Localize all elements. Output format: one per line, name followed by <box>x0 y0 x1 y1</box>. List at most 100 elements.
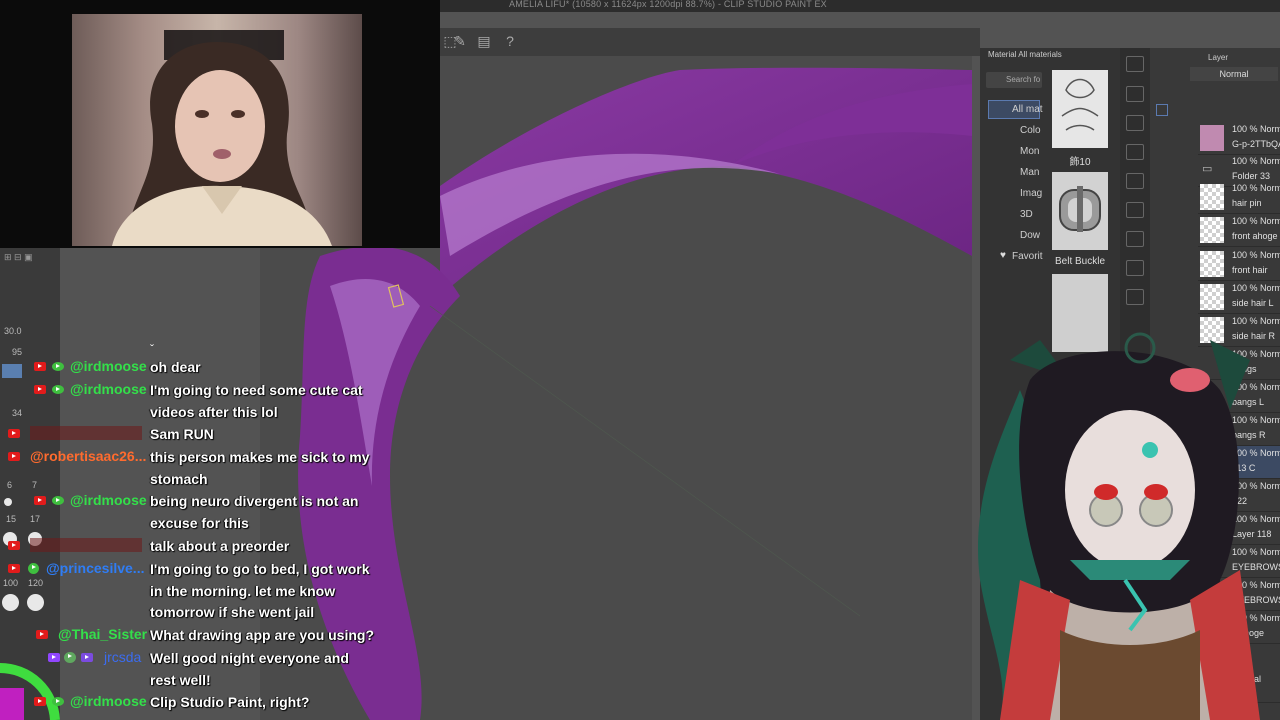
vtuber-avatar <box>978 332 1260 720</box>
layer-opacity: 100 % Norma <box>1232 283 1280 293</box>
layer-row[interactable]: 100 % Norma front ahoge <box>1198 214 1280 247</box>
panel-icon[interactable] <box>1126 289 1144 305</box>
youtube-icon <box>34 496 46 505</box>
layer-panel-header: Layer <box>1208 53 1229 62</box>
document-icon[interactable]: ▤ <box>476 33 492 49</box>
youtube-icon <box>8 429 20 438</box>
member-badge-icon <box>28 563 39 574</box>
material-nav-image[interactable]: Imag <box>1020 188 1042 199</box>
youtube-icon <box>8 564 20 573</box>
layer-opacity: 100 % Normal <box>1232 156 1280 166</box>
layer-name: front ahoge <box>1232 231 1278 241</box>
layer-name: front hair <box>1232 265 1268 275</box>
ornament-preview <box>1061 78 1099 131</box>
material-nav-color[interactable]: Colo <box>1020 125 1041 136</box>
material-panel-header: Material All materials <box>988 50 1062 59</box>
youtube-icon <box>8 452 20 461</box>
panel-icon[interactable] <box>1126 86 1144 102</box>
app-title-bar: AMELIA LIFU* (10580 x 11624px 1200dpi 88… <box>440 0 1280 12</box>
material-nav-download[interactable]: Dow <box>1020 230 1040 241</box>
chat-text: Sam RUN <box>150 426 214 442</box>
member-badge-icon <box>52 697 64 706</box>
panel-icon[interactable] <box>1126 231 1144 247</box>
material-thumbnail[interactable] <box>1052 172 1108 250</box>
youtube-icon <box>34 362 46 371</box>
member-badge-icon <box>52 385 64 394</box>
chat-username: @irdmoose <box>70 381 147 397</box>
sub-badge-icon <box>64 652 76 663</box>
layer-row[interactable]: 100 % Norma hair pin <box>1198 181 1280 214</box>
chat-username: @irdmoose <box>70 693 147 709</box>
layer-thumbnail <box>1200 251 1224 277</box>
chat-username: @robertisaac26... <box>30 448 147 464</box>
panel-icon[interactable] <box>1126 260 1144 276</box>
webcam-overlay <box>0 0 440 248</box>
layer-name: side hair L <box>1232 298 1274 308</box>
material-nav-favorites[interactable]: Favorit <box>1012 251 1043 262</box>
material-nav-manga[interactable]: Man <box>1020 167 1039 178</box>
folder-icon: ▭ <box>1202 163 1213 175</box>
layer-row[interactable]: 100 % Norma front hair <box>1198 248 1280 281</box>
layer-row[interactable]: 100 % Norma side hair L <box>1198 281 1280 314</box>
chat-text: Clip Studio Paint, right? <box>150 694 310 710</box>
chat-text: Well good night everyone and rest well! <box>150 650 349 688</box>
layer-opacity: 100 % Norm <box>1232 124 1280 134</box>
chat-username: @Thai_Sister <box>58 626 148 642</box>
material-thumbnail[interactable] <box>1052 70 1108 148</box>
blend-mode-select[interactable]: Normal <box>1190 67 1278 81</box>
streamer-video <box>112 30 332 246</box>
panel-icon[interactable] <box>1126 144 1144 160</box>
youtube-icon <box>36 630 48 639</box>
layer-name: G-p-2TTbQAMC <box>1232 139 1280 149</box>
chat-text: this person makes me sick to my stomach <box>150 449 370 487</box>
layer-thumbnail <box>1200 125 1224 151</box>
chat-text: I'm going to go to bed, I got work in th… <box>150 561 370 620</box>
material-search-input[interactable]: Search fo <box>986 72 1042 88</box>
command-bar: ⬚ ✎ ▤ ? <box>440 28 980 56</box>
material-nav-all[interactable]: All mat <box>1012 104 1043 115</box>
chat-username: @irdmoose <box>70 358 147 374</box>
pen-icon[interactable]: ✎ <box>452 33 468 49</box>
help-icon[interactable]: ? <box>502 33 518 49</box>
layer-row[interactable]: 100 % Norm G-p-2TTbQAMC <box>1198 122 1280 155</box>
heart-icon: ♥ <box>1000 250 1006 261</box>
prime-badge-icon <box>81 653 93 662</box>
panel-icon[interactable] <box>1126 173 1144 189</box>
layer-opacity: 100 % Norma <box>1232 250 1280 260</box>
chat-username: @princesilve... <box>46 560 145 576</box>
youtube-icon <box>8 541 20 550</box>
panel-icon[interactable] <box>1126 202 1144 218</box>
layer-thumbnail <box>1200 217 1224 243</box>
belt-buckle-preview <box>1059 186 1101 232</box>
chat-overlay: ˇ @irdmoose oh dear @irdmoose I'm going … <box>0 340 380 720</box>
chat-text: What drawing app are you using? <box>150 627 375 643</box>
material-nav-monochrome[interactable]: Mon <box>1020 146 1039 157</box>
layer-opacity: 100 % Norma <box>1232 183 1280 193</box>
chat-text: oh dear <box>150 359 201 375</box>
window-title: AMELIA LIFU* (10580 x 11624px 1200dpi 88… <box>509 0 827 9</box>
chat-username: jrcsda <box>104 649 142 665</box>
youtube-icon <box>34 385 46 394</box>
layer-name: Folder 33 <box>1232 171 1271 181</box>
close-icon[interactable] <box>1126 115 1144 131</box>
material-label: 飾10 <box>1069 157 1091 168</box>
webcam-feed <box>72 14 362 246</box>
twitch-icon <box>48 653 60 662</box>
chat-username-redacted <box>30 426 142 440</box>
chat-username: @irdmoose <box>70 492 147 508</box>
layer-name: hair pin <box>1232 198 1262 208</box>
layer-thumbnail <box>1200 184 1224 210</box>
layer-icon[interactable] <box>1126 56 1144 72</box>
chat-text: being neuro divergent is not an excuse f… <box>150 493 359 531</box>
chat-text: I'm going to need some cute cat videos a… <box>150 382 363 420</box>
member-badge-icon <box>52 496 64 505</box>
palette-controls[interactable]: ⊞ ⊟ ▣ <box>4 252 33 263</box>
chat-truncated-line: ˇ <box>150 342 154 356</box>
member-badge-icon <box>52 362 64 371</box>
chat-username-redacted <box>30 538 142 552</box>
brush-size-value[interactable]: 30.0 <box>4 326 22 336</box>
layer-tool-icon[interactable] <box>1156 104 1168 116</box>
material-nav-3d[interactable]: 3D <box>1020 209 1033 220</box>
material-label: Belt Buckle <box>1054 256 1106 267</box>
layer-opacity: 100 % Norma <box>1232 216 1280 226</box>
